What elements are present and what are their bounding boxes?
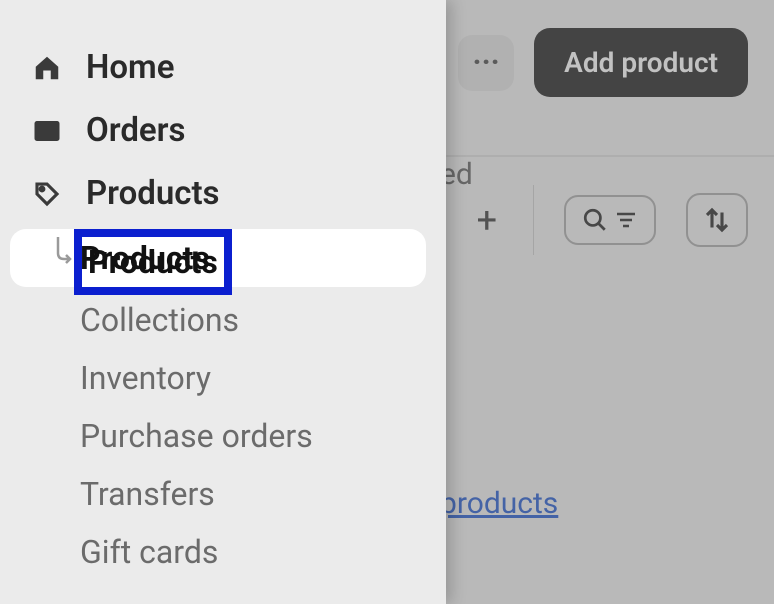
submenu-arrow-icon	[52, 235, 76, 271]
sidebar-item-label: Orders	[86, 111, 186, 150]
sidebar-subitem-label: Products	[80, 239, 210, 277]
sidebar-item-label: Home	[86, 48, 174, 87]
sidebar-subitem-label: Inventory	[80, 359, 211, 397]
sidebar-item-label: Products	[86, 174, 220, 213]
sidebar-nav: Home Orders Products Products Produ	[0, 0, 446, 604]
sidebar-item-products[interactable]: Products	[0, 162, 446, 225]
sidebar-subitem-label: Collections	[80, 301, 239, 339]
sidebar-subitem-label: Gift cards	[80, 533, 218, 571]
sidebar-subitem-collections[interactable]: Collections	[0, 291, 446, 349]
products-submenu: Products Products Collections Inventory …	[0, 229, 446, 581]
home-icon	[30, 51, 64, 85]
sidebar-item-orders[interactable]: Orders	[0, 99, 446, 162]
sidebar-subitem-purchase-orders[interactable]: Purchase orders	[0, 407, 446, 465]
tag-icon	[30, 177, 64, 211]
sidebar-subitem-gift-cards[interactable]: Gift cards	[0, 523, 446, 581]
inbox-icon	[30, 114, 64, 148]
sidebar-subitem-inventory[interactable]: Inventory	[0, 349, 446, 407]
sidebar-item-home[interactable]: Home	[0, 36, 446, 99]
sidebar-subitem-label: Purchase orders	[80, 417, 313, 455]
sidebar-subitem-products[interactable]: Products Products	[10, 229, 426, 287]
sidebar-subitem-transfers[interactable]: Transfers	[0, 465, 446, 523]
sidebar-subitem-label: Transfers	[80, 475, 215, 513]
